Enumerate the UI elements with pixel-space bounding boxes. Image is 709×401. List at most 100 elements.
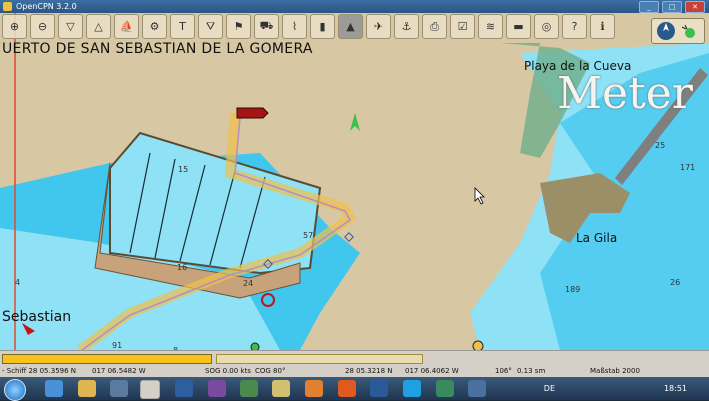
depth-sounding: 171 [680,163,696,172]
zoom-out-icon: ⊖ [37,20,48,33]
lifebuoy-icon: ◎ [541,20,552,33]
cursor-icon: ▲ [346,20,355,33]
maximize-button[interactable]: □ [662,1,682,13]
scale-out-button[interactable]: △ [86,14,111,39]
cog-readout: COG 80° [255,367,286,375]
ship-position-lat: - Schiff 28 05.3596 N [2,367,77,375]
distance-readout: 0.13 sm [517,367,546,375]
sog-readout: SOG 0.00 kts [205,367,251,375]
place-label-sebastian: Sebastian [2,309,72,325]
depth-sounding: 91 [112,341,123,350]
cursor-position-lat: 28 05.3218 N [345,367,393,375]
clock[interactable]: 18:51 [664,377,687,400]
scale-readout: Maßstab 2000 [590,367,640,375]
print-button[interactable]: ⎙ [422,14,447,39]
text-button[interactable]: T [170,14,195,39]
depth-sounding: 189 [565,285,581,294]
taskbar-app-icon[interactable] [240,380,258,397]
ais-button[interactable]: ⛟ [254,14,279,39]
start-button[interactable] [4,379,26,401]
text-icon: T [179,20,186,33]
depth-sounding: 25 [655,141,666,150]
windows-taskbar: DE 18:51 [0,377,709,401]
system-tray: DE 18:51 [505,377,705,400]
buoy-yellow-icon[interactable] [472,340,484,350]
depth-sounding: 26 [670,278,681,287]
tide-button[interactable]: ⌇ [282,14,307,39]
scale-in-icon: ▽ [66,20,75,33]
info-button[interactable]: ℹ [590,14,615,39]
status-readout: - Schiff 28 05.3596 N 017 06.5482 W SOG … [0,365,709,377]
window-title: OpenCPN 3.2.0 [16,2,77,11]
help-icon: ? [571,20,578,33]
explorer-icon[interactable] [78,380,96,397]
bearing-readout: 106° [495,367,512,375]
taskbar-app-icon[interactable] [436,380,454,397]
mark-icon: ⚓ [401,20,412,33]
route-mgr-button[interactable]: ☑ [450,14,475,39]
track-icon: ⚑ [233,20,244,33]
cursor-button[interactable]: ▲ [338,14,363,39]
ie-icon[interactable] [45,380,63,397]
depth-sounding: 15 [178,165,189,174]
tide-icon: ⌇ [291,20,298,33]
waypoint-icon[interactable] [344,232,354,242]
taskbar-app-icon[interactable] [110,380,128,397]
zoom-in-icon: ⊕ [9,20,20,33]
mob-icon: ▮ [319,20,326,33]
cursor-position-lon: 017 06.4062 W [405,367,459,375]
scale-out-icon: △ [94,20,103,33]
scale-in-button[interactable]: ▽ [58,14,83,39]
route-mgr-icon: ☑ [457,20,468,33]
own-ship-icon[interactable] [236,107,269,119]
language-indicator[interactable]: DE [544,377,555,400]
route-icon: ⛛ [205,19,216,33]
main-toolbar: ⊕ ⊖ ▽ △ ⛵ ⚙ T ⛛ ⚑ ⛟ ⌇ ▮ ▲ ✈ ⚓ ⎙ ☑ ≋ ▬ ◎? ℹ [0,14,615,44]
taskbar-app-icon[interactable] [175,380,193,397]
place-label-gila: La Gila [576,231,618,245]
place-label-playa: Playa de la Cueva [524,59,632,73]
taskbar-app-icon[interactable] [370,380,388,397]
track-toggle-button[interactable]: ≋ [478,14,503,39]
track-toggle-icon: ≋ [485,20,496,33]
depth-sounding: 24 [243,279,254,288]
mob-button[interactable]: ▮ [310,14,335,39]
waypoint-icon: ✈ [373,20,384,33]
settings-icon: ⚙ [149,20,160,33]
firefox-icon[interactable] [338,380,356,397]
route-button[interactable]: ⛛ [198,14,223,39]
ship-position-lon: 017 06.5482 W [92,367,146,375]
follow-button[interactable]: ⛵ [114,14,139,39]
taskbar-app-icon[interactable] [468,380,486,397]
minimize-button[interactable]: _ [639,1,659,13]
color-icon: ▬ [513,20,524,33]
lifebuoy-button[interactable]: ◎ [534,14,559,39]
taskbar-app-icon[interactable] [208,380,226,397]
depth-sounding: 16 [177,263,188,272]
buoy-green-icon[interactable] [250,342,260,350]
mouse-cursor-icon [474,187,485,205]
follow-icon: ⛵ [119,20,134,33]
chart-canvas[interactable]: UERTO DE SAN SEBASTIAN DE LA GOMERA Mete… [0,13,709,350]
depth-sounding: 4 [15,278,21,287]
skype-icon[interactable] [403,380,421,397]
compass-widget[interactable] [651,18,705,44]
mark-button[interactable]: ⚓ [394,14,419,39]
depth-sounding: 57 [303,231,314,240]
help-button[interactable]: ? [562,14,587,39]
app-icon [3,2,12,11]
track-button[interactable]: ⚑ [226,14,251,39]
color-button[interactable]: ▬ [506,14,531,39]
zoom-out-button[interactable]: ⊖ [30,14,55,39]
print-icon: ⎙ [430,19,439,33]
settings-button[interactable]: ⚙ [142,14,167,39]
compass-icon [657,22,695,40]
north-arrow-icon [350,113,360,131]
taskbar-app-icon[interactable] [272,380,290,397]
vlc-icon[interactable] [305,380,323,397]
zoom-in-button[interactable]: ⊕ [2,14,27,39]
waypoint-button[interactable]: ✈ [366,14,391,39]
opencpn-taskbar-icon[interactable] [140,380,160,399]
close-button[interactable]: ✕ [685,1,705,13]
progress-bar-left [2,354,212,364]
